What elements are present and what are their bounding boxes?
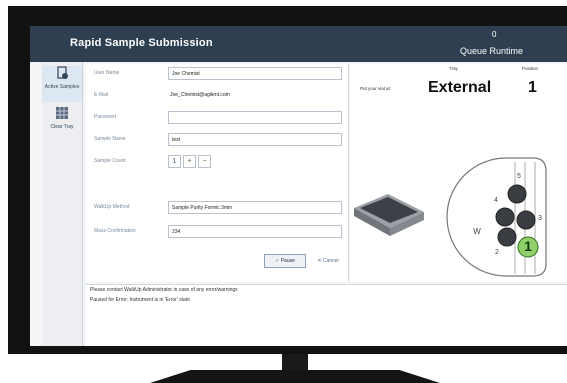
error-status: Paused for Error: Instrument is in 'Erro… xyxy=(90,297,190,303)
vial-position-label: 5 xyxy=(517,173,521,180)
well-plate-icon xyxy=(354,194,424,236)
mass-label: Mass Confirmation xyxy=(94,228,136,234)
method-field[interactable]: Sample Purity Formic 3min xyxy=(168,201,342,214)
method-label: WalkUp Method xyxy=(94,204,130,210)
password-label: Password xyxy=(94,114,116,120)
queue-count: 0 xyxy=(492,30,497,39)
vial-position-label: 1 xyxy=(524,238,532,254)
monitor-frame: Rapid Sample Submission 0 Queue Runtime … xyxy=(8,6,567,354)
vial-position-label: 3 xyxy=(538,215,542,222)
vial-position-4[interactable] xyxy=(495,207,515,227)
app-window: Rapid Sample Submission 0 Queue Runtime … xyxy=(30,26,567,346)
sample-count-value[interactable]: 1 xyxy=(168,155,181,168)
tray-icon xyxy=(56,107,68,119)
email-row: E-Mail Joe_Chemist@agilent.com xyxy=(86,88,348,106)
mass-row: Mass Confirmation 234 xyxy=(86,224,348,242)
sample-name-label: Sample Name xyxy=(94,136,126,142)
vial-position-label: W xyxy=(473,227,481,236)
sidebar-item-clear-tray[interactable]: Clear Tray xyxy=(42,106,82,134)
user-name-row: User Name Joe Chemist xyxy=(86,66,348,84)
monitor-base xyxy=(150,370,440,383)
sidebar: Active Samples Clear Tray xyxy=(42,62,83,346)
password-row: Password xyxy=(86,110,348,128)
vial-position-label: 2 xyxy=(495,249,499,256)
pause-label: Pause xyxy=(280,258,295,264)
vial-position-2[interactable] xyxy=(497,227,517,247)
mass-field[interactable]: 234 xyxy=(168,225,342,238)
status-footer: Please contact WalkUp Administrator in c… xyxy=(86,284,567,346)
pause-button[interactable]: ✓ Pause xyxy=(264,254,306,268)
tray-name: External xyxy=(428,79,492,96)
method-value: Sample Purity Formic 3min xyxy=(172,205,233,211)
position-header: Position xyxy=(522,66,539,71)
tray-diagram: 1 2 3 4 5 W xyxy=(354,157,547,277)
mass-value: 234 xyxy=(172,229,181,235)
vial-position-label: 4 xyxy=(494,197,498,204)
user-name-label: User Name xyxy=(94,70,120,76)
vial-prompt: Put your vial at: xyxy=(360,86,392,91)
email-label: E-Mail xyxy=(94,92,109,98)
queue-runtime-label: Queue Runtime xyxy=(460,46,524,56)
sample-name-row: Sample Name test xyxy=(86,132,348,150)
tray-panel: Tray Position Put your vial at: External… xyxy=(350,64,567,282)
sidebar-item-active-samples[interactable]: Active Samples xyxy=(42,66,82,102)
check-icon: ✓ xyxy=(275,258,280,264)
sample-form: User Name Joe Chemist E-Mail Joe_Chemist… xyxy=(86,64,349,282)
decrement-button[interactable]: − xyxy=(198,155,211,168)
tray-header: Tray xyxy=(449,66,458,71)
sample-count-row: Sample Count 1 + − xyxy=(86,154,348,172)
sidebar-item-label: Active Samples xyxy=(44,84,80,90)
user-name-value: Joe Chemist xyxy=(172,71,200,77)
sample-count-label: Sample Count xyxy=(94,158,126,164)
tray-position: 1 xyxy=(528,79,537,96)
admin-message: Please contact WalkUp Administrator in c… xyxy=(90,287,238,293)
title-bar: Rapid Sample Submission 0 Queue Runtime xyxy=(30,26,567,62)
cancel-button[interactable]: ✕ Cancel xyxy=(312,254,344,268)
close-icon: ✕ xyxy=(317,258,322,264)
sample-name-value: test xyxy=(172,137,181,143)
user-name-field[interactable]: Joe Chemist xyxy=(168,67,342,80)
vial-position-3[interactable] xyxy=(516,210,536,230)
email-value: Joe_Chemist@agilent.com xyxy=(170,92,230,98)
sidebar-item-label: Clear Tray xyxy=(50,124,74,130)
sample-name-field[interactable]: test xyxy=(168,133,342,146)
samples-icon xyxy=(57,66,68,79)
app-title: Rapid Sample Submission xyxy=(70,37,213,49)
vial-position-5[interactable] xyxy=(507,184,527,204)
password-field[interactable] xyxy=(168,111,342,124)
method-row: WalkUp Method Sample Purity Formic 3min xyxy=(86,200,348,218)
increment-button[interactable]: + xyxy=(183,155,196,168)
cancel-label: Cancel xyxy=(323,258,339,264)
